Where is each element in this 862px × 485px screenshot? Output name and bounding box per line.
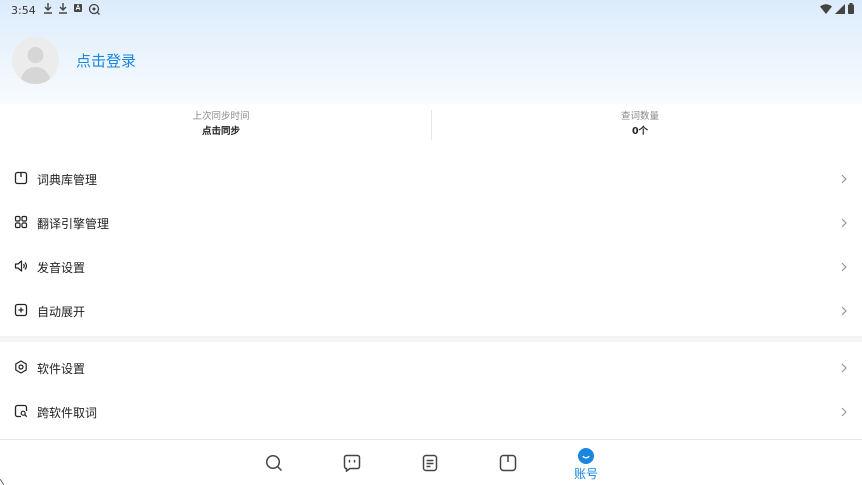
- menu-item-label: 自动展开: [37, 304, 86, 319]
- menu-item-translation-engine[interactable]: 翻译引擎管理: [0, 201, 862, 245]
- cross-app-lookup-icon: [14, 404, 28, 418]
- default-avatar-icon[interactable]: [12, 37, 59, 84]
- signal-icon: [835, 3, 845, 14]
- chat-icon: [343, 454, 361, 472]
- status-icons-left: [43, 3, 100, 15]
- grid-icon: [14, 215, 28, 229]
- lookup-count-stat: 查词数量 0个: [490, 110, 790, 140]
- tab-book[interactable]: [488, 440, 528, 485]
- chevron-right-icon: [841, 407, 847, 417]
- chevron-right-icon: [841, 218, 847, 228]
- account-page: 3:54 点击登录 上次同步时间 点击同步 查词数量 0个 词典库管理 翻译引擎…: [0, 0, 862, 485]
- profile-section: 点击登录: [12, 37, 136, 84]
- chevron-right-icon: [841, 363, 847, 373]
- battery-icon: [848, 3, 854, 14]
- menu-item-label: 词典库管理: [37, 172, 98, 187]
- expand-icon: [14, 303, 28, 317]
- lookup-count-label: 查词数量: [620, 111, 659, 122]
- last-sync-stat[interactable]: 上次同步时间 点击同步: [71, 110, 371, 140]
- notes-icon: [422, 454, 438, 472]
- stats-divider: [431, 110, 432, 140]
- menu-group-secondary: 软件设置 跨软件取词: [0, 346, 862, 434]
- wifi-icon: [820, 3, 832, 14]
- settings-icon: [15, 360, 27, 374]
- download-icon: [59, 3, 67, 14]
- status-bar: 3:54: [0, 0, 862, 20]
- tab-account[interactable]: 账号: [566, 440, 606, 485]
- login-link[interactable]: 点击登录: [76, 50, 136, 71]
- tab-notes[interactable]: [410, 440, 450, 485]
- lookup-count-value: 0个: [631, 126, 649, 137]
- status-icons-right: [820, 3, 854, 14]
- corner-mark: [0, 479, 4, 485]
- status-time: 3:54: [11, 4, 36, 17]
- menu-item-software-settings[interactable]: 软件设置: [0, 346, 862, 390]
- group-separator: [0, 336, 862, 342]
- tab-chat[interactable]: [332, 440, 372, 485]
- tab-account-label: 账号: [573, 467, 598, 481]
- chevron-right-icon: [841, 262, 847, 272]
- dictionary-icon: [14, 171, 28, 185]
- last-sync-value[interactable]: 点击同步: [71, 124, 371, 140]
- speaker-icon: [14, 260, 28, 272]
- menu-item-label: 发音设置: [37, 260, 86, 275]
- chevron-right-icon: [841, 306, 847, 316]
- book-icon: [499, 454, 517, 472]
- menu-item-label: 翻译引擎管理: [37, 216, 110, 231]
- menu-item-pronunciation-settings[interactable]: 发音设置: [0, 245, 862, 289]
- chevron-right-icon: [841, 174, 847, 184]
- scan-search-icon: [88, 3, 100, 15]
- menu-item-auto-expand[interactable]: 自动展开: [0, 289, 862, 333]
- bottom-tab-bar: 账号: [0, 439, 862, 485]
- menu-group-primary: 词典库管理 翻译引擎管理 发音设置 自动展开: [0, 157, 862, 333]
- menu-item-dictionary-manage[interactable]: 词典库管理: [0, 157, 862, 201]
- tab-search[interactable]: [254, 440, 294, 485]
- stats-panel: 上次同步时间 点击同步 查词数量 0个: [0, 104, 862, 148]
- menu-item-label: 跨软件取词: [37, 405, 98, 420]
- menu-item-cross-app-lookup[interactable]: 跨软件取词: [0, 390, 862, 434]
- menu-item-label: 软件设置: [37, 361, 86, 376]
- download-icon: [44, 3, 52, 14]
- search-icon: [265, 454, 283, 472]
- app-store-icon: [74, 3, 82, 12]
- last-sync-label: 上次同步时间: [192, 111, 250, 122]
- account-icon: [578, 448, 594, 464]
